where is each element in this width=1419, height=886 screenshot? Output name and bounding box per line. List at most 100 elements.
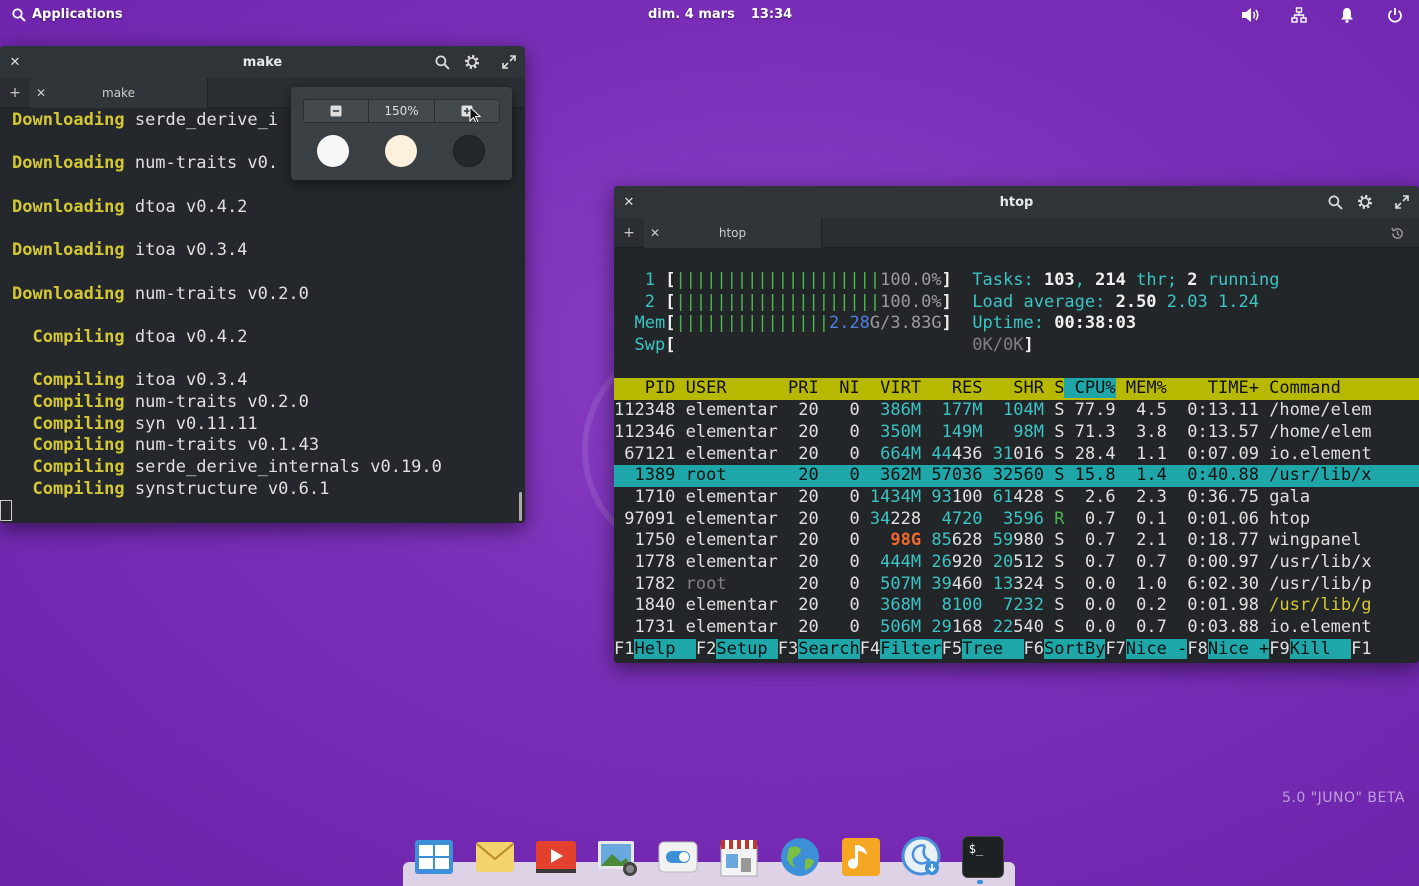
new-tab-icon[interactable]: + [6,84,24,102]
music-icon[interactable] [840,836,882,878]
swap-label: Swp [614,335,666,356]
datetime-indicator[interactable]: dim. 4 mars 13:34 [648,7,792,22]
color-scheme-solarized-light[interactable] [385,135,417,167]
close-icon[interactable]: ✕ [619,192,639,212]
cpu-meter: 1 [||||||||||||||||||||100.0%] Tasks: 10… [614,270,1419,292]
process-row[interactable]: 1710 elementar 20 0 1434M 93100 61428 S … [614,487,1419,509]
column-header-user[interactable]: USER [675,378,777,398]
process-row[interactable]: 112348 elementar 20 0 386M 177M 104M S 7… [614,400,1419,422]
function-label[interactable]: Nice - [1125,638,1188,659]
column-header-pri[interactable]: PRI [778,378,819,398]
column-header-time[interactable]: TIME+ [1167,378,1259,398]
close-icon[interactable]: ✕ [5,52,25,72]
function-label[interactable]: Tree [962,638,1024,659]
cell-cpu-percent: 28.4 [1064,443,1116,464]
function-label[interactable]: Kill [1289,638,1352,659]
column-header-shr[interactable]: SHR [983,378,1044,398]
column-header-res[interactable]: RES [921,378,983,398]
function-label[interactable]: Help [634,638,696,659]
process-row[interactable]: 1389 root 20 0 362M 57036 32560 S 15.8 1… [614,465,1419,487]
function-label[interactable]: Nice + [1207,638,1270,659]
titlebar[interactable]: ✕ htop [614,186,1419,218]
tab-make[interactable]: ✕ make [30,78,208,108]
cell-user: elementar [675,530,778,551]
maximize-icon[interactable] [1392,192,1412,212]
photos-icon[interactable] [596,836,638,878]
process-row[interactable]: 1840 elementar 20 0 368M 8100 7232 S 0.0… [614,595,1419,617]
search-icon [12,7,26,22]
power-icon[interactable] [1385,6,1405,24]
tab-htop[interactable]: ✕ htop [644,218,822,248]
cell-priority: 20 [777,617,819,637]
settings-icon[interactable] [657,836,699,878]
search-icon[interactable] [1325,192,1345,212]
terminal-icon[interactable]: $_ [962,836,1004,878]
search-icon[interactable] [432,52,452,72]
notifications-icon[interactable] [1337,6,1357,24]
htop-output[interactable]: 1 [||||||||||||||||||||100.0%] Tasks: 10… [614,270,1419,660]
cell-time: 0:13.57 [1166,421,1259,442]
column-header-virt[interactable]: VIRT [860,378,921,398]
terminal-glyph: $_ [968,842,984,856]
column-header-cpu[interactable]: CPU% [1064,378,1116,399]
column-header-command[interactable]: Command [1259,378,1361,398]
cell-mem-percent: 1.0 [1115,573,1167,594]
new-tab-icon[interactable]: + [620,224,638,242]
cell-cpu-percent: 0.0 [1064,617,1116,637]
column-header-pid[interactable]: PID [614,378,676,398]
process-row[interactable]: 1731 elementar 20 0 506M 29168 22540 S 0… [614,617,1419,639]
process-row[interactable]: 1782 root 20 0 507M 39460 13324 S 0.0 1.… [614,574,1419,596]
process-row[interactable]: 67121 elementar 20 0 664M 44436 31016 S … [614,444,1419,466]
zoom-in-button[interactable] [434,100,499,122]
cell-command: wingpanel [1258,530,1362,551]
terminal-window-htop[interactable]: ✕ htop + ✕ htop 1 [||||||||||||||||||||1… [614,186,1419,663]
network-icon[interactable] [1289,6,1309,24]
videos-icon[interactable] [535,836,577,878]
scrollbar[interactable] [519,492,522,521]
column-header-mem[interactable]: MEM% [1116,378,1167,398]
zoom-out-button[interactable] [304,100,370,122]
function-label[interactable]: SortBy [1044,638,1106,659]
zoom-level[interactable]: 150% [369,100,435,122]
web-browser-icon[interactable] [779,836,821,878]
cell-virt: 507M [859,573,922,594]
process-row[interactable]: 112346 elementar 20 0 350M 149M 98M S 71… [614,422,1419,444]
color-scheme-dark[interactable] [453,135,485,167]
mail-icon[interactable] [474,836,516,878]
uptime-label: Uptime: [972,313,1055,334]
function-label[interactable]: Search [798,638,860,659]
gear-icon[interactable] [1355,192,1375,212]
process-row[interactable]: 1778 elementar 20 0 444M 26920 20512 S 0… [614,552,1419,574]
terminal-line: Compiling dtoa v0.4.2 [12,327,517,349]
column-header-ni[interactable]: NI [819,378,859,398]
tab-close-icon[interactable]: ✕ [650,226,660,240]
terminal-line: Compiling synstructure v0.6.1 [12,479,517,501]
multitasking-view-icon[interactable] [413,836,455,878]
history-icon[interactable] [1388,224,1406,242]
color-scheme-light[interactable] [317,135,349,167]
appcenter-icon[interactable] [718,836,760,878]
process-row[interactable]: 97091 elementar 20 0 34228 4720 3596 R 0… [614,509,1419,531]
column-header-s[interactable]: S [1044,378,1064,398]
volume-icon[interactable] [1241,6,1261,24]
cargo-package: synstructure v0.6.1 [124,478,330,499]
digits-low: 540 [1013,617,1044,637]
swap-meter: Swp[ 0K/0K] [614,335,1419,357]
installer-icon[interactable] [901,836,943,878]
cargo-package: serde_derive_internals v0.19.0 [124,457,442,477]
titlebar[interactable]: ✕ make [0,46,525,78]
process-row[interactable]: 1750 elementar 20 0 98G 85628 59980 S 0.… [614,530,1419,552]
tab-close-icon[interactable]: ✕ [36,86,46,100]
cell-virt: 444M [859,551,922,572]
gear-icon[interactable] [462,52,482,72]
maximize-icon[interactable] [499,52,519,72]
cell-mem-percent: 1.4 [1115,465,1167,486]
cargo-package: dtoa v0.4.2 [124,196,248,217]
function-label[interactable]: Setup [716,638,778,659]
function-label[interactable]: Filter [880,638,942,659]
cell-pid: 1840 [614,595,676,616]
applications-menu[interactable]: Applications [12,7,123,22]
cell-time: 6:02.30 [1166,573,1259,594]
